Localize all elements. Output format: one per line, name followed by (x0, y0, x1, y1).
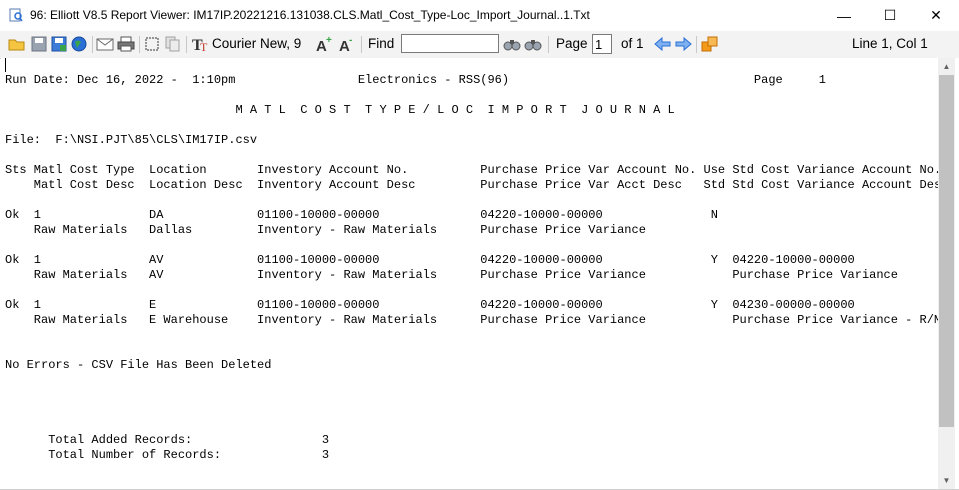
find-previous-icon[interactable] (524, 35, 544, 53)
zoom-out-icon[interactable]: A- (338, 35, 356, 53)
page-label: Page (556, 36, 588, 51)
text-caret (5, 58, 6, 72)
window-frame (955, 58, 959, 490)
toolbar-separator (696, 36, 697, 53)
report-line: Raw Materials AV Inventory - Raw Materia… (5, 268, 898, 282)
report-line: Raw Materials Dallas Inventory - Raw Mat… (5, 223, 646, 237)
cursor-position: Line 1, Col 1 (852, 36, 928, 51)
report-line: Sts Matl Cost Type Location Investory Ac… (5, 163, 938, 177)
report-line: M A T L C O S T T Y P E / L O C I M P O … (5, 103, 675, 117)
maximize-button[interactable]: ☐ (867, 0, 913, 31)
export-icon[interactable] (701, 35, 719, 53)
save-as-icon[interactable] (50, 35, 68, 53)
title-bar: 96: Elliott V8.5 Report Viewer: IM17IP.2… (0, 0, 959, 32)
report-line: Ok 1 AV 01100-10000-00000 04220-10000-00… (5, 253, 855, 267)
font-icon[interactable]: TT (191, 35, 211, 53)
next-page-icon[interactable] (674, 35, 692, 53)
report-text: Run Date: Dec 16, 2022 - 1:10pm Electron… (5, 73, 938, 463)
scroll-up-arrow-icon[interactable]: ▲ (938, 58, 955, 75)
maximize-icon: ☐ (883, 7, 897, 23)
find-next-icon[interactable] (503, 35, 523, 53)
print-icon[interactable] (117, 35, 135, 53)
report-line: Total Added Records: 3 (5, 433, 330, 447)
find-input[interactable] (401, 34, 499, 53)
toolbar-separator (186, 36, 187, 53)
previous-page-icon[interactable] (654, 35, 672, 53)
font-selector[interactable]: Courier New, 9 (212, 36, 301, 51)
close-button[interactable]: ✕ (913, 0, 959, 31)
open-folder-icon[interactable] (8, 35, 26, 53)
report-line: No Errors - CSV File Has Been Deleted (5, 358, 272, 372)
find-label: Find (368, 36, 395, 51)
save-icon[interactable] (30, 35, 48, 53)
toolbar-separator (92, 36, 93, 53)
email-icon[interactable] (96, 35, 114, 53)
report-viewer-app-icon (9, 8, 23, 22)
close-icon: ✕ (930, 7, 942, 23)
minimize-button[interactable]: — (821, 0, 867, 31)
page-count: of 1 (621, 36, 644, 51)
report-content[interactable]: Run Date: Dec 16, 2022 - 1:10pm Electron… (1, 58, 938, 489)
report-line: Ok 1 E 01100-10000-00000 04220-10000-000… (5, 298, 855, 312)
page-number-input[interactable] (592, 34, 612, 54)
report-line: Total Number of Records: 3 (5, 448, 330, 462)
copy-icon[interactable] (164, 35, 182, 53)
globe-icon[interactable] (70, 35, 88, 53)
svg-text:+: + (326, 35, 332, 46)
report-line: Matl Cost Desc Location Desc Inventory A… (5, 178, 938, 192)
report-line: Run Date: Dec 16, 2022 - 1:10pm Electron… (5, 73, 826, 87)
minimize-icon: — (837, 7, 851, 24)
report-line: Raw Materials E Warehouse Inventory - Ra… (5, 313, 938, 327)
toolbar-separator (361, 36, 362, 53)
scroll-down-arrow-icon[interactable]: ▼ (938, 472, 955, 489)
scrollbar-thumb[interactable] (939, 75, 954, 427)
toolbar: TT Courier New, 9 A+ A- Find Page of 1 L… (0, 31, 959, 59)
toolbar-separator (548, 36, 549, 53)
select-all-icon[interactable] (144, 35, 160, 53)
window-title: 96: Elliott V8.5 Report Viewer: IM17IP.2… (30, 8, 590, 22)
svg-text:-: - (349, 35, 352, 46)
svg-text:T: T (200, 40, 208, 53)
toolbar-separator (139, 36, 140, 53)
zoom-in-icon[interactable]: A + (315, 35, 333, 53)
report-line: Ok 1 DA 01100-10000-00000 04220-10000-00… (5, 208, 718, 222)
report-line: File: F:\NSI.PJT\85\CLS\IM17IP.csv (5, 133, 258, 147)
vertical-scrollbar[interactable]: ▲ ▼ (938, 58, 955, 489)
